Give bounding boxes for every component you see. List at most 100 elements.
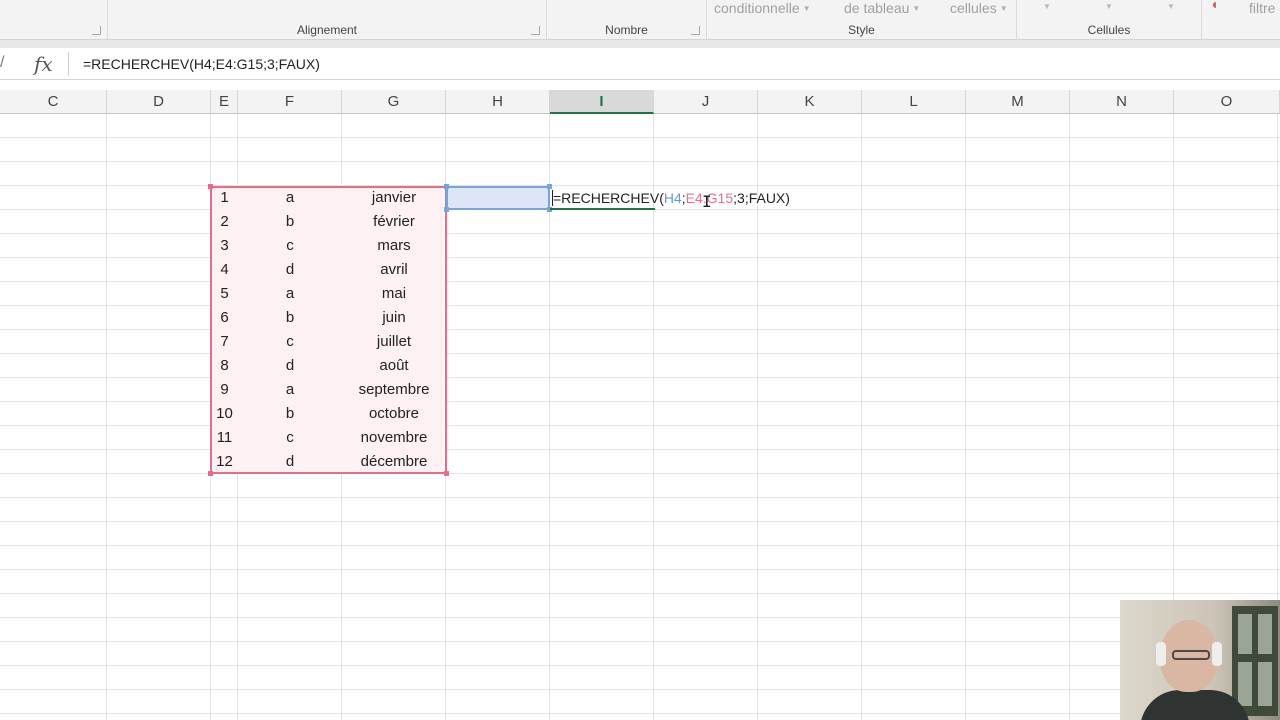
group-launcher-icon[interactable]	[92, 26, 101, 35]
cell-number[interactable]: 10	[211, 402, 238, 426]
gridline	[106, 114, 107, 720]
cell-letter[interactable]: d	[238, 354, 342, 378]
formula-suffix: ;3;FAUX)	[733, 190, 790, 206]
ribbon-group-edition: ◖ filtre	[1202, 0, 1280, 40]
button-label: conditionnelle	[714, 0, 800, 16]
cell-number[interactable]: 3	[211, 234, 238, 258]
range-handle[interactable]	[444, 184, 449, 189]
cell-number[interactable]: 1	[211, 186, 238, 210]
column-header-d[interactable]: D	[107, 90, 211, 114]
cell-letter[interactable]: b	[238, 306, 342, 330]
cell-month[interactable]: janvier	[342, 186, 446, 210]
cell-number[interactable]: 5	[211, 282, 238, 306]
delete-dropdown-icon[interactable]: ▼	[1105, 2, 1113, 11]
column-header-m[interactable]: M	[966, 90, 1070, 114]
cell-letter[interactable]: c	[238, 234, 342, 258]
ribbon-group-nombre: Nombre	[547, 0, 707, 40]
column-header-c[interactable]: C	[0, 90, 107, 114]
cell-letter[interactable]: d	[238, 450, 342, 474]
chevron-down-icon: ▼	[802, 4, 811, 13]
cell-letter[interactable]: a	[238, 378, 342, 402]
ibeam-cursor-icon: I	[702, 192, 712, 211]
range-highlight-h4	[446, 186, 550, 210]
ribbon-group-cellules: ▼ ▼ ▼ Cellules	[1017, 0, 1202, 40]
cell-month[interactable]: novembre	[342, 426, 446, 450]
cell-month[interactable]: février	[342, 210, 446, 234]
window-pane	[1238, 662, 1252, 706]
cell-month[interactable]: mars	[342, 234, 446, 258]
cell-month[interactable]: mai	[342, 282, 446, 306]
column-header-l[interactable]: L	[862, 90, 966, 114]
cell-letter[interactable]: b	[238, 402, 342, 426]
insert-function-icon[interactable]: fx	[34, 52, 53, 76]
header-spacer	[0, 80, 1280, 90]
ribbon: Alignement Nombre conditionnelle ▼ de tab…	[0, 0, 1280, 40]
cell-letter[interactable]: a	[238, 186, 342, 210]
ribbon-separator	[0, 40, 1280, 48]
formula-prefix: =RECHERCHEV(	[553, 190, 664, 206]
text-cursor	[552, 190, 553, 206]
cell-number[interactable]: 7	[211, 330, 238, 354]
format-dropdown-icon[interactable]: ▼	[1167, 2, 1175, 11]
clear-icon[interactable]: ◖	[1210, 0, 1218, 12]
cell-month[interactable]: juin	[342, 306, 446, 330]
gridline	[861, 114, 862, 720]
headphone-icon	[1156, 642, 1166, 666]
range-handle[interactable]	[444, 207, 449, 212]
glasses-icon	[1172, 650, 1210, 660]
format-as-table-button[interactable]: de tableau ▼	[844, 0, 920, 16]
cell-letter[interactable]: a	[238, 282, 342, 306]
cell-number[interactable]: 8	[211, 354, 238, 378]
column-header-f[interactable]: F	[238, 90, 342, 114]
cell-month[interactable]: octobre	[342, 402, 446, 426]
group-launcher-icon[interactable]	[691, 26, 700, 35]
cell-month[interactable]: août	[342, 354, 446, 378]
cell-month[interactable]: septembre	[342, 378, 446, 402]
conditional-format-button[interactable]: conditionnelle ▼	[714, 0, 811, 16]
cell-letter[interactable]: c	[238, 330, 342, 354]
cell-styles-button[interactable]: cellules ▼	[950, 0, 1008, 16]
group-label: Style	[848, 23, 875, 37]
headphone-icon	[1212, 642, 1222, 666]
cell-number[interactable]: 11	[211, 426, 238, 450]
window-pane	[1238, 614, 1252, 654]
column-header-h[interactable]: H	[446, 90, 550, 114]
group-label: Alignement	[296, 23, 358, 37]
group-launcher-icon[interactable]	[531, 26, 540, 35]
webcam-overlay	[1120, 600, 1280, 720]
edit-pen-icon[interactable]: /	[0, 54, 4, 72]
ribbon-group-alignement: Alignement	[108, 0, 547, 40]
column-header-j[interactable]: J	[654, 90, 758, 114]
chevron-down-icon: ▼	[912, 4, 921, 13]
gridline	[1069, 114, 1070, 720]
cell-formula-editor[interactable]: =RECHERCHEV(H4;E4:G15;3;FAUX)	[553, 186, 790, 210]
cell-number[interactable]: 12	[211, 450, 238, 474]
ribbon-group-style: conditionnelle ▼ de tableau ▼ cellules ▼ St…	[707, 0, 1017, 40]
chevron-down-icon: ▼	[999, 4, 1008, 13]
cell-letter[interactable]: d	[238, 258, 342, 282]
column-header-e[interactable]: E	[211, 90, 238, 114]
cell-letter[interactable]: b	[238, 210, 342, 234]
cell-month[interactable]: avril	[342, 258, 446, 282]
gridline	[965, 114, 966, 720]
column-header-i[interactable]: I	[550, 90, 654, 114]
column-header-k[interactable]: K	[758, 90, 862, 114]
cell-letter[interactable]: c	[238, 426, 342, 450]
column-header-o[interactable]: O	[1174, 90, 1280, 114]
divider	[68, 52, 69, 76]
sort-filter-button[interactable]: filtre	[1249, 0, 1275, 16]
cell-number[interactable]: 2	[211, 210, 238, 234]
button-label: cellules	[950, 0, 997, 16]
cell-month[interactable]: juillet	[342, 330, 446, 354]
column-header-g[interactable]: G	[342, 90, 446, 114]
cell-number[interactable]: 9	[211, 378, 238, 402]
cell-number[interactable]: 6	[211, 306, 238, 330]
group-label: Cellules	[1087, 23, 1131, 37]
insert-dropdown-icon[interactable]: ▼	[1043, 2, 1051, 11]
cell-number[interactable]: 4	[211, 258, 238, 282]
window-pane	[1258, 662, 1272, 706]
formula-ref-h4: H4	[663, 190, 682, 206]
column-header-n[interactable]: N	[1070, 90, 1174, 114]
formula-input[interactable]: =RECHERCHEV(H4;E4:G15;3;FAUX)	[83, 56, 320, 72]
cell-month[interactable]: décembre	[342, 450, 446, 474]
